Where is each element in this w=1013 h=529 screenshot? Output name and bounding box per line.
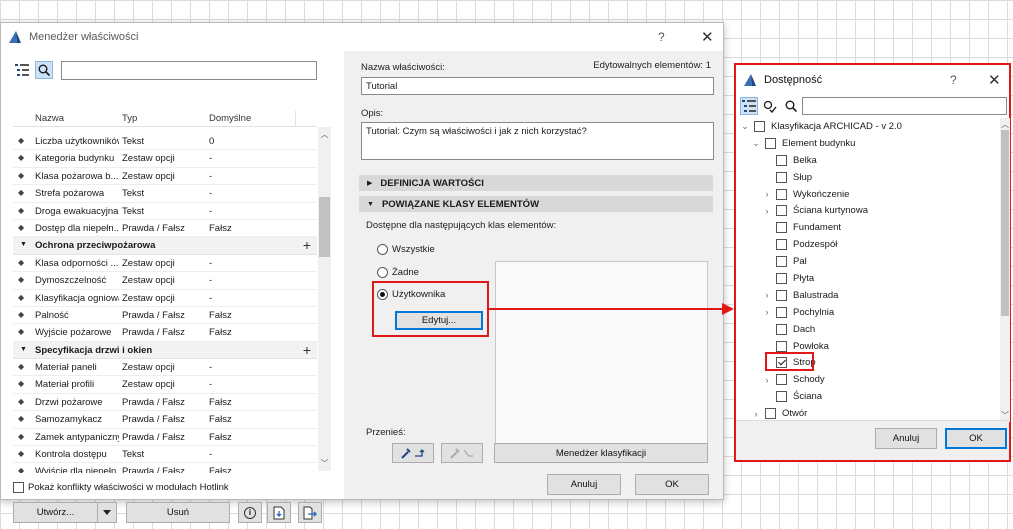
expand-chevron-icon[interactable]: › (762, 189, 772, 199)
tree-item[interactable]: › Ściana kurtynowa (736, 202, 1004, 219)
tree-item[interactable]: › Balustrada (736, 287, 1004, 304)
tree-item-label: Klasyfikacja ARCHICAD - v 2.0 (771, 120, 902, 132)
tree-item-label: Schody (793, 374, 825, 386)
availability-ok-label: OK (969, 433, 983, 444)
tree-view-button[interactable] (740, 97, 758, 115)
tree-item-checkbox[interactable] (776, 391, 787, 403)
tree-item-label: Powłoka (793, 340, 829, 352)
tree-item[interactable]: › Wykończenie (736, 186, 1004, 203)
tree-item[interactable]: Podzespół (736, 236, 1004, 253)
tree-item-checkbox[interactable] (776, 272, 787, 284)
tree-item[interactable]: Słup (736, 169, 1004, 186)
tree-item-checkbox[interactable] (776, 154, 787, 166)
availability-footer: Anuluj OK (736, 420, 1009, 460)
tree-item-label: Wykończenie (793, 188, 850, 200)
tree-item-checkbox[interactable] (776, 289, 787, 301)
tree-view-icon (742, 100, 756, 112)
tree-item-checkbox[interactable] (754, 120, 765, 132)
availability-search-input[interactable] (802, 97, 1007, 115)
availability-help-button[interactable]: ? (950, 73, 957, 87)
availability-cancel-button[interactable]: Anuluj (875, 428, 937, 449)
tree-item-checkbox[interactable] (776, 340, 787, 352)
availability-close-button[interactable]: ✕ (988, 71, 1001, 89)
expand-chevron-icon[interactable]: › (762, 290, 772, 300)
expand-chevron-icon[interactable]: › (751, 409, 761, 419)
availability-cancel-label: Anuluj (892, 433, 920, 444)
search-check-icon (763, 100, 777, 113)
expand-chevron-icon[interactable]: › (762, 375, 772, 385)
availability-dialog: Dostępność ? ✕ ⌄ Klasyfikacja ARCHICAD - … (734, 63, 1011, 462)
archicad-logo-icon (744, 74, 756, 86)
tree-item[interactable]: Belka (736, 152, 1004, 169)
tree-item-checkbox[interactable] (776, 306, 787, 318)
tree-item[interactable]: ⌄ Klasyfikacja ARCHICAD - v 2.0 (736, 118, 1004, 135)
tree-item[interactable]: Ściana (736, 388, 1004, 405)
scroll-up-icon[interactable]: ︿ (1000, 119, 1010, 130)
tree-item[interactable]: Dach (736, 321, 1004, 338)
tree-item[interactable]: › Pochylnia (736, 304, 1004, 321)
tree-item-checkbox[interactable] (765, 137, 776, 149)
tree-item-label: Pochylnia (793, 306, 835, 318)
tree-item-label: Ściana kurtynowa (793, 205, 868, 217)
tree-item-label: Balustrada (793, 289, 839, 301)
tree-item-checkbox[interactable] (776, 222, 787, 234)
scroll-thumb[interactable] (1001, 130, 1009, 316)
expand-chevron-icon[interactable]: › (762, 206, 772, 216)
collapse-chevron-icon[interactable]: ⌄ (751, 138, 761, 149)
tree-item-label: Słup (793, 171, 813, 183)
tree-item[interactable]: Fundament (736, 219, 1004, 236)
tree-item[interactable]: › Schody (736, 371, 1004, 388)
expand-chevron-icon[interactable]: › (762, 307, 772, 317)
tree-item-label: Pal (793, 256, 807, 268)
tree-item[interactable]: Pal (736, 253, 1004, 270)
tree-item[interactable]: ⌄ Element budynku (736, 135, 1004, 152)
search-toggle-button[interactable] (782, 97, 800, 115)
tree-item-label: Fundament (793, 222, 842, 234)
tree-item-label: Element budynku (782, 137, 856, 149)
tree-item-label: Belka (793, 154, 817, 166)
tree-scrollbar[interactable]: ︿ ﹀ (1000, 118, 1010, 422)
tree-item-checkbox[interactable] (776, 374, 787, 386)
tree-item-checkbox[interactable] (776, 205, 787, 217)
classification-tree: ⌄ Klasyfikacja ARCHICAD - v 2.0 ⌄ Element b… (736, 118, 1004, 420)
tree-item[interactable]: › Otwór (736, 405, 1004, 420)
tree-item-label: Ściana (793, 391, 823, 403)
collapse-chevron-icon[interactable]: ⌄ (740, 121, 750, 132)
highlight-strop-box (765, 352, 814, 371)
availability-toolbar (740, 97, 800, 115)
filter-checked-button[interactable] (761, 97, 779, 115)
tree-item-checkbox[interactable] (776, 171, 787, 183)
availability-title-bar: Dostępność ? ✕ (736, 65, 1009, 95)
tree-item-checkbox[interactable] (776, 239, 787, 251)
availability-ok-button[interactable]: OK (945, 428, 1007, 449)
tree-item-checkbox[interactable] (776, 323, 787, 335)
tree-item-label: Podzespół (793, 239, 838, 251)
tree-item-checkbox[interactable] (776, 188, 787, 200)
tree-item[interactable]: Płyta (736, 270, 1004, 287)
tree-item-label: Dach (793, 323, 816, 335)
tree-item-label: Otwór (782, 408, 808, 420)
tree-item-label: Płyta (793, 272, 815, 284)
availability-title: Dostępność (764, 74, 823, 86)
search-icon (785, 100, 797, 112)
tree-item-checkbox[interactable] (776, 256, 787, 268)
tree-item-checkbox[interactable] (765, 408, 776, 420)
